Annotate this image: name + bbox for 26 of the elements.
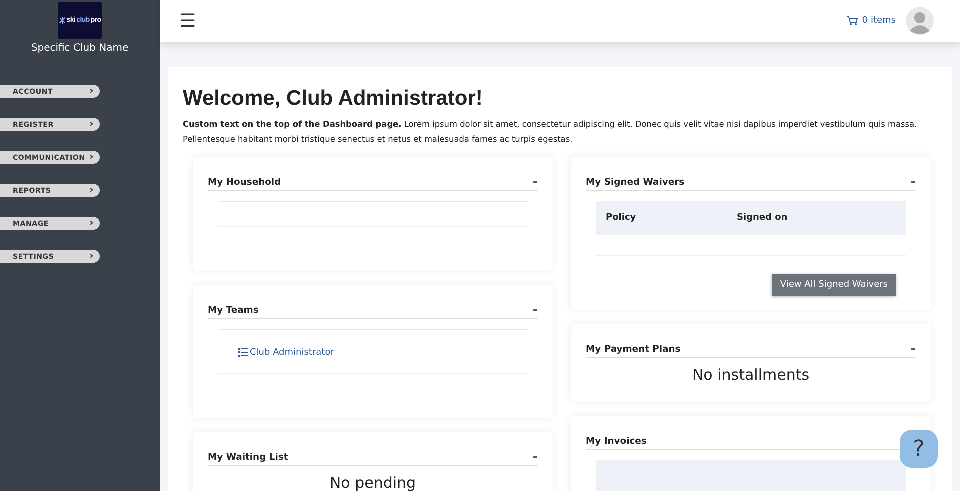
avatar-icon[interactable]: [906, 7, 934, 35]
collapse-toggle[interactable]: –: [533, 177, 538, 188]
club-name: Specific Club Name: [31, 43, 129, 54]
panel-title: My Invoices: [586, 436, 647, 447]
panel-title: My Waiting List: [208, 452, 288, 463]
column-header: Signed on: [737, 213, 789, 223]
collapse-toggle[interactable]: –: [533, 305, 538, 316]
list-icon: [238, 348, 248, 357]
view-waivers-button[interactable]: View All Signed Waivers: [772, 274, 896, 296]
empty-message: No installments: [691, 365, 811, 386]
menu-button[interactable]: ☰: [180, 10, 196, 32]
panel-title: My Household: [208, 177, 282, 188]
intro-text: Custom text on the top of the Dashboard page. Lorem ipsum dolor sit amet, consectetur adipiscing elit. Donec quis velit vitae nisi dapibus imperdiet vestibulum quis massa. Pellentesque habitant morbi tristique senectus et netus et malesuada fames ac turpis egestas.: [183, 118, 918, 146]
cart-link[interactable]: 0 items: [847, 16, 896, 26]
column-header: Policy: [606, 213, 638, 223]
cart-icon: [847, 16, 858, 26]
collapse-toggle[interactable]: –: [911, 344, 916, 355]
panel-title: My Payment Plans: [586, 344, 681, 355]
empty-message: No pending: [328, 473, 418, 491]
team-link[interactable]: Club Administrator: [238, 348, 334, 358]
page-title: Welcome, Club Administrator!: [183, 87, 484, 111]
help-button[interactable]: ?: [900, 430, 938, 468]
collapse-toggle[interactable]: –: [911, 177, 916, 188]
collapse-toggle[interactable]: –: [533, 452, 538, 463]
panel-title: My Signed Waivers: [586, 177, 685, 188]
panel-title: My Teams: [208, 305, 259, 316]
